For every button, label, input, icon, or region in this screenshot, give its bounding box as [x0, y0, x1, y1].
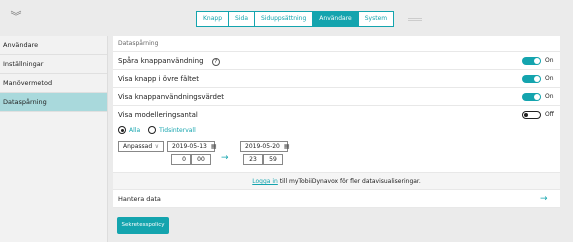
sidebar-item-datasparning[interactable]: Dataspårning — [0, 93, 107, 112]
range-mode-radios: Alla Tidsintervall — [118, 125, 204, 135]
radio-all-label[interactable]: Alla — [129, 127, 140, 134]
arrow-right-icon[interactable]: → — [540, 190, 548, 208]
toggle-switch[interactable] — [522, 93, 541, 101]
tab-system[interactable]: System — [358, 11, 395, 27]
setting-row-show-button-top-field: Visa knapp i övre fältet On — [113, 70, 560, 88]
toggle-state-label: On — [545, 93, 554, 100]
toggle-state-label: Off — [545, 111, 554, 118]
manage-data-label: Hantera data — [118, 195, 161, 203]
setting-label: Spåra knappanvändning — [118, 57, 204, 65]
start-date-value: 2019-05-13 — [172, 143, 207, 150]
toggle-state-label: On — [545, 57, 554, 64]
sidebar: Användare Inställningar Manövermetod Dat… — [0, 36, 108, 242]
tab-bar: Knapp Sida Siduppsättning Användare Syst… — [196, 11, 395, 27]
setting-row-show-modeling-count: Visa modelleringsantal Off — [113, 106, 560, 124]
start-hour-input[interactable]: 0 — [171, 154, 191, 165]
toggle-switch[interactable] — [522, 111, 541, 119]
arrow-right-icon: → — [221, 153, 229, 163]
end-date-value: 2019-05-20 — [245, 143, 280, 150]
login-link[interactable]: Logga in — [252, 178, 278, 185]
end-hour-input[interactable]: 23 — [243, 154, 263, 165]
setting-label: Visa modelleringsantal — [118, 111, 198, 119]
login-prompt: Logga in till myTobiiDynavox för fler da… — [113, 173, 560, 190]
toggle-switch[interactable] — [522, 57, 541, 65]
collapse-toggle-icon[interactable]: ︾ — [8, 9, 24, 25]
sidebar-item-anvandare[interactable]: Användare — [0, 36, 107, 55]
tab-overflow-handle — [408, 18, 422, 21]
privacy-policy-button[interactable]: Sekretesspolicy — [117, 217, 169, 234]
preset-select[interactable]: Anpassad ∨ — [118, 141, 164, 152]
end-date-input[interactable]: 2019-05-20 ▦ — [240, 141, 290, 152]
radio-interval-label[interactable]: Tidsintervall — [159, 127, 196, 134]
tab-siduppsattning[interactable]: Siduppsättning — [255, 11, 314, 27]
toggle-state-label: On — [545, 75, 554, 82]
setting-label: Visa knappanvändningsvärdet — [118, 93, 225, 101]
privacy-section: Sekretesspolicy — [113, 208, 560, 242]
sidebar-item-manovermetod[interactable]: Manövermetod — [0, 74, 107, 93]
radio-interval[interactable] — [148, 126, 157, 134]
login-prompt-text: till myTobiiDynavox för fler datavisuali… — [277, 178, 421, 185]
setting-row-track-button-usage: Spåra knappanvändning ? On — [113, 52, 560, 70]
toggle-knob — [534, 58, 540, 64]
radio-all[interactable] — [118, 126, 126, 134]
tab-anvandare[interactable]: Användare — [313, 11, 359, 27]
start-date-input[interactable]: 2019-05-13 ▦ — [167, 141, 217, 152]
section-title: Dataspårning — [113, 36, 560, 52]
calendar-icon[interactable]: ▦ — [284, 143, 290, 150]
scrollbar[interactable] — [560, 36, 573, 242]
toggle-knob — [534, 94, 540, 100]
toggle-knob — [534, 76, 540, 82]
toggle-switch[interactable] — [522, 75, 541, 83]
sidebar-item-installningar[interactable]: Inställningar — [0, 55, 107, 74]
modeling-count-section: Visa modelleringsantal Off Alla Tidsinte… — [113, 106, 560, 173]
tab-sida[interactable]: Sida — [229, 11, 255, 27]
start-minute-input[interactable]: 00 — [191, 154, 211, 165]
help-icon[interactable]: ? — [211, 58, 220, 66]
end-minute-input[interactable]: 59 — [263, 154, 283, 165]
calendar-icon[interactable]: ▦ — [211, 143, 217, 150]
setting-label: Visa knapp i övre fältet — [118, 75, 199, 83]
settings-panel: Dataspårning Spåra knappanvändning ? On … — [113, 36, 560, 242]
preset-select-value: Anpassad — [123, 143, 153, 150]
chevron-down-icon: ∨ — [154, 143, 159, 150]
setting-row-show-button-usage-value: Visa knappanvändningsvärdet On — [113, 88, 560, 106]
toggle-knob — [524, 113, 528, 117]
manage-data-row[interactable]: Hantera data → — [113, 190, 560, 208]
top-bar: ︾ Knapp Sida Siduppsättning Användare Sy… — [0, 0, 573, 36]
tab-knapp[interactable]: Knapp — [196, 11, 230, 27]
